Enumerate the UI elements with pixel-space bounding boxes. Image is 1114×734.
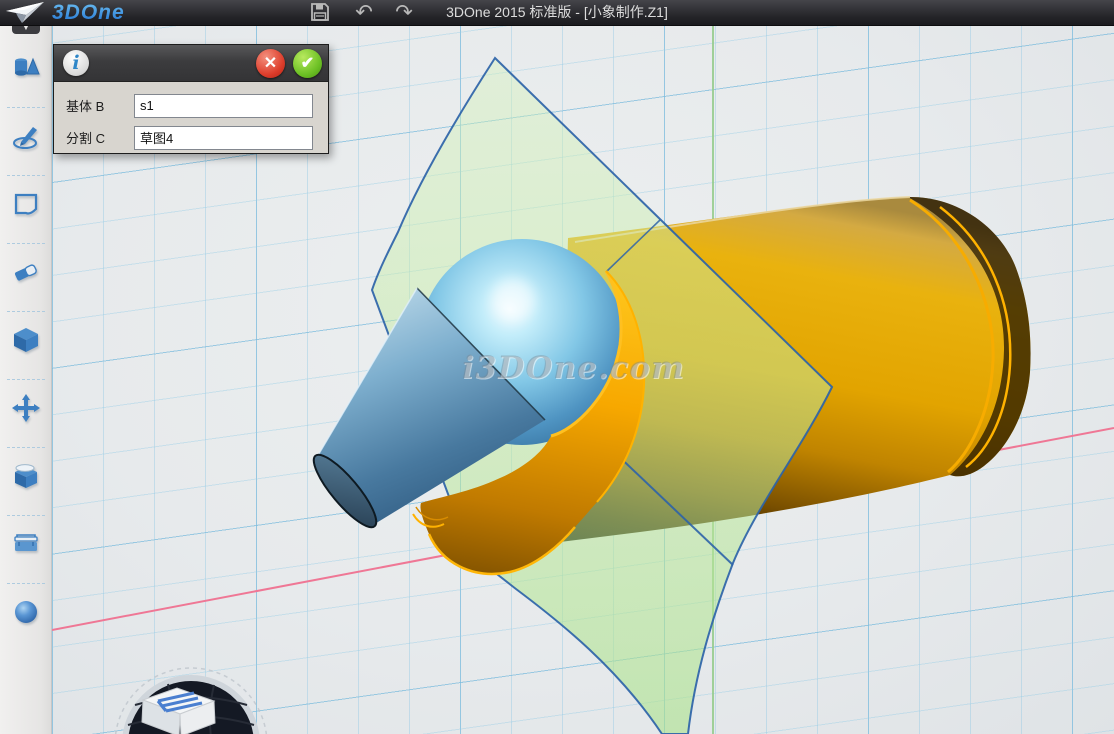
base-field-label: 基体 B: [66, 96, 134, 115]
split-field-input[interactable]: [134, 126, 313, 150]
info-icon: i: [63, 50, 89, 76]
sphere-icon: [11, 597, 41, 627]
sidebar-item-measure[interactable]: [0, 516, 52, 572]
surface-icon: [11, 189, 41, 219]
view-cube[interactable]: [115, 668, 267, 734]
sidebar-collapse-tab[interactable]: ▼: [12, 25, 40, 34]
cube-icon: [11, 325, 41, 355]
primitive-shapes-icon: [11, 53, 41, 83]
app-window: { "window": { "logo_text": "3DOne", "tit…: [0, 0, 1114, 734]
app-logo: 3DOne: [4, 0, 125, 25]
sidebar-item-solid-cube[interactable]: [0, 312, 52, 368]
save-icon[interactable]: [308, 2, 332, 24]
sidebar-item-eraser[interactable]: [0, 244, 52, 300]
sidebar-item-material-sphere[interactable]: [0, 584, 52, 640]
dialog-body: 基体 B 分割 C: [54, 82, 328, 150]
split-field-label: 分割 C: [66, 128, 134, 147]
confirm-button[interactable]: ✔: [293, 49, 322, 78]
cancel-button[interactable]: ✕: [256, 49, 285, 78]
move-arrows-icon: [11, 393, 41, 423]
measure-tool-icon: [11, 529, 41, 559]
redo-icon[interactable]: ↷: [392, 2, 416, 24]
sidebar-item-sketch-draw[interactable]: [0, 108, 52, 164]
field-row-split: 分割 C: [66, 125, 328, 150]
window-title: 3DOne 2015 标准版 - [小象制作.Z1]: [0, 0, 1114, 25]
sidebar-item-combine-solids[interactable]: [0, 448, 52, 504]
pencil-sketch-icon: [11, 121, 41, 151]
eraser-icon: [11, 257, 41, 287]
tool-sidebar: ▼: [0, 25, 52, 734]
sphere-highlight: [491, 278, 535, 322]
combine-solids-icon: [11, 461, 41, 491]
field-row-base: 基体 B: [66, 93, 328, 118]
logo-text: 3DOne: [52, 1, 125, 25]
dialog-header[interactable]: i ✕ ✔: [54, 45, 328, 82]
undo-icon[interactable]: ↶: [352, 2, 376, 24]
sidebar-item-sketch-surface[interactable]: [0, 176, 52, 232]
sidebar-item-primitive-shapes[interactable]: [0, 40, 52, 96]
title-bar: 3DOne 3DOne 2015 标准版 - [小象制作.Z1] ↶ ↷: [0, 0, 1114, 26]
sidebar-item-move[interactable]: [0, 380, 52, 436]
paper-plane-icon: [4, 1, 48, 25]
base-field-input[interactable]: [134, 94, 313, 118]
split-command-dialog: i ✕ ✔ 基体 B 分割 C: [53, 44, 329, 154]
